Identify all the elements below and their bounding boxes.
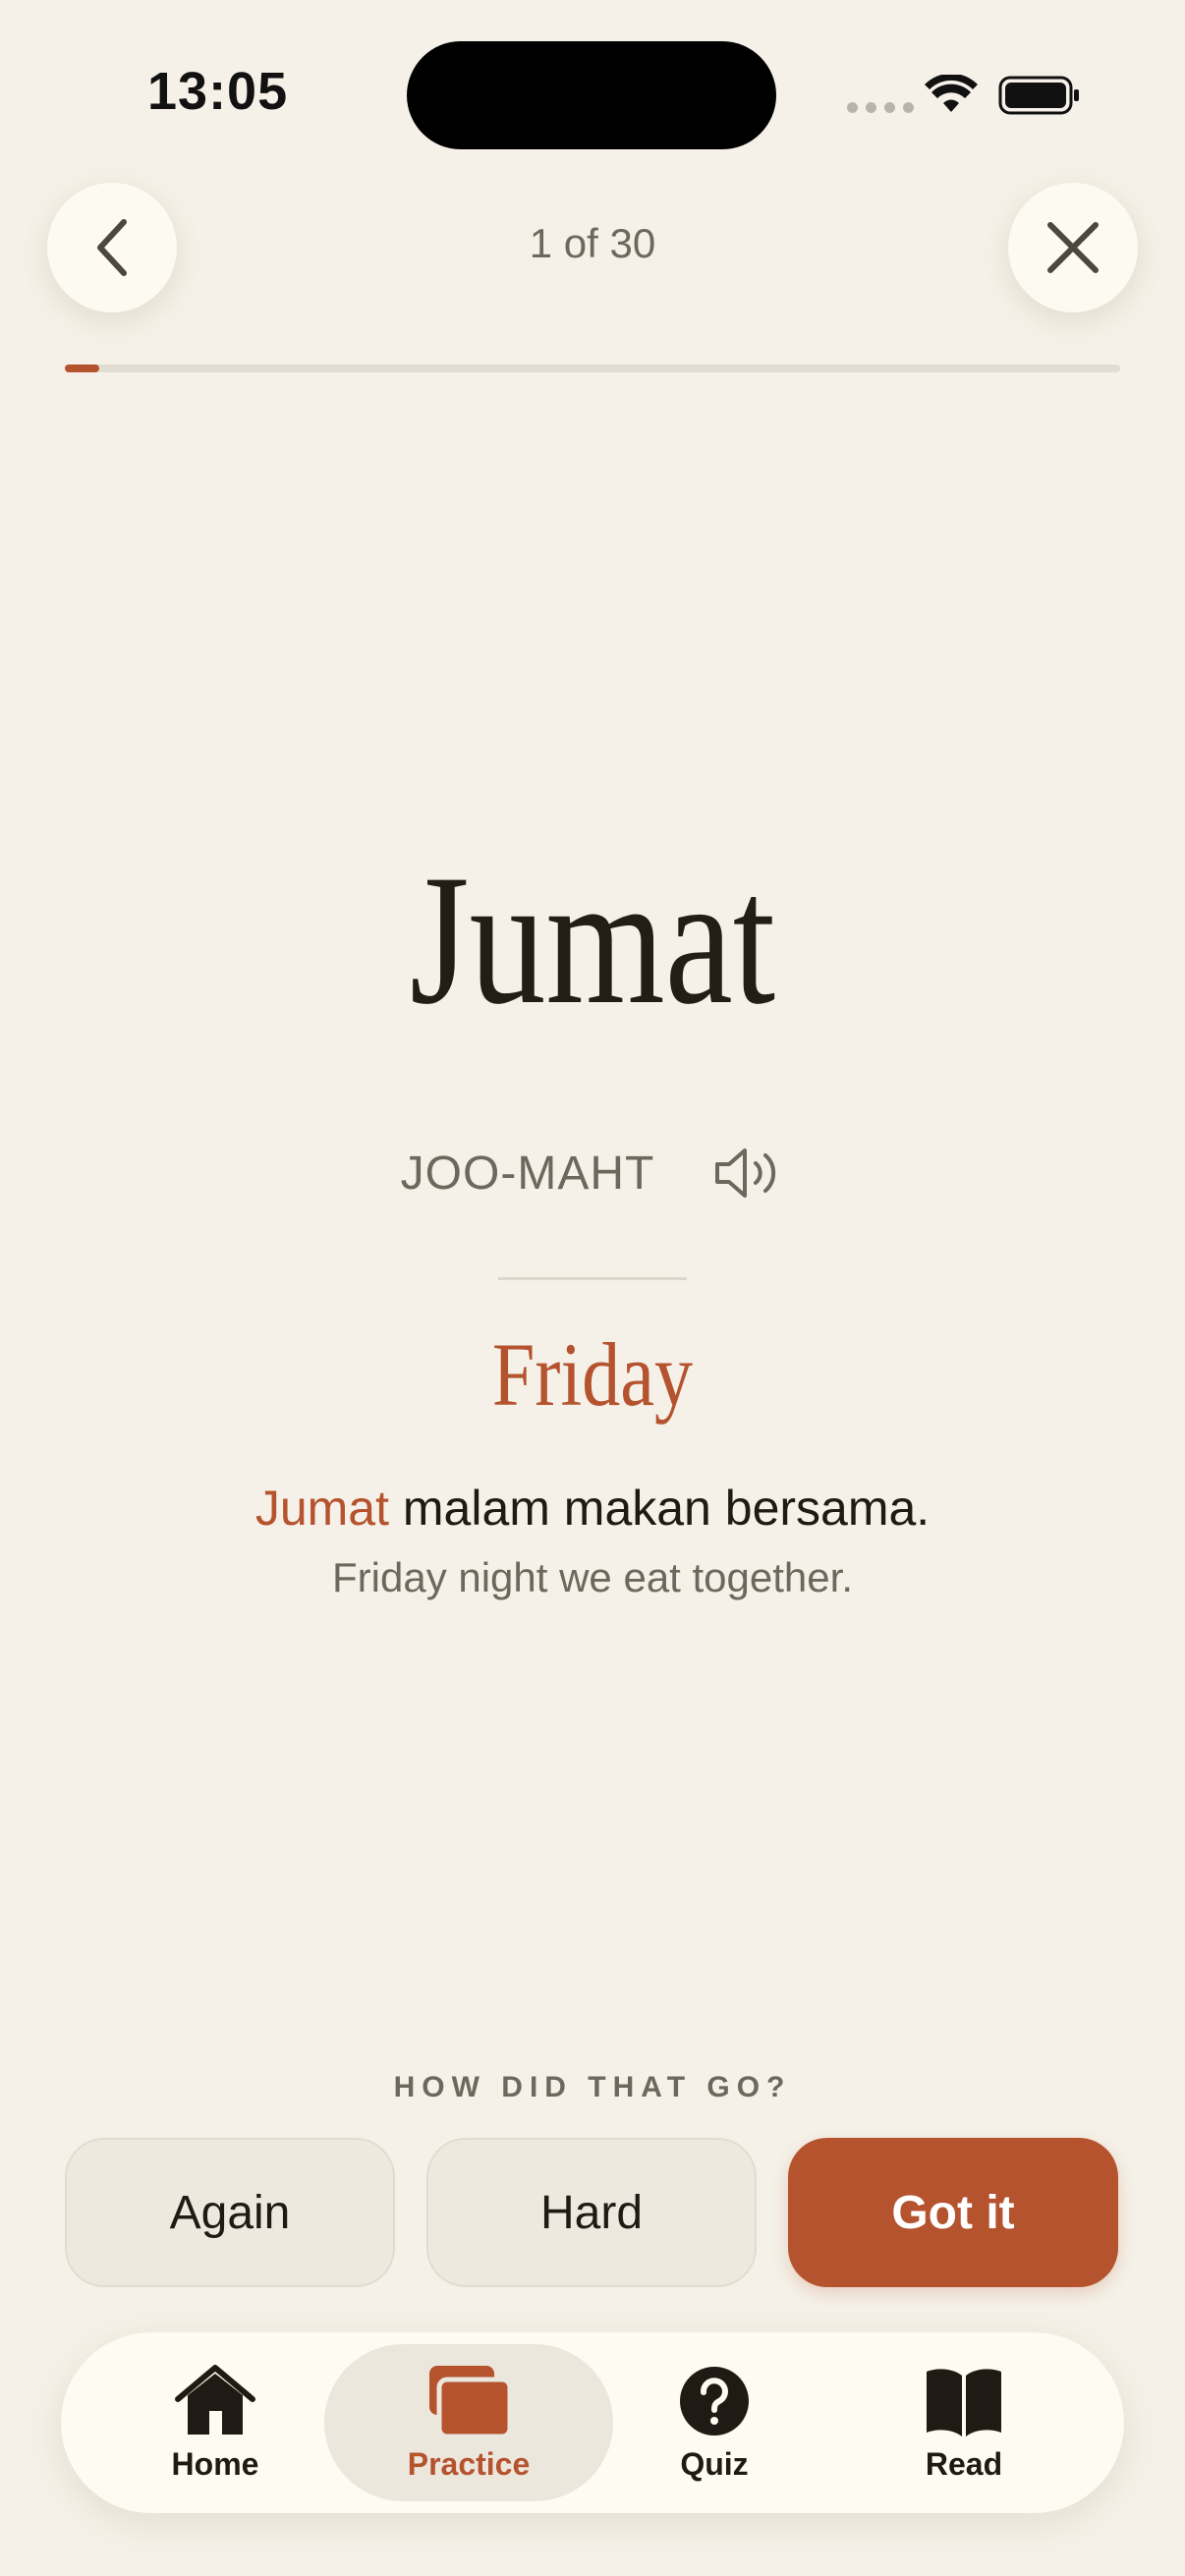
wifi-icon bbox=[925, 75, 978, 112]
tab-bar: Home Practice Quiz Read bbox=[61, 2332, 1124, 2513]
dynamic-island bbox=[407, 41, 776, 149]
tab-read[interactable]: Read bbox=[839, 2344, 1089, 2501]
again-button[interactable]: Again bbox=[65, 2138, 395, 2287]
rating-prompt: HOW DID THAT GO? bbox=[393, 2071, 792, 2103]
tab-practice[interactable]: Practice bbox=[324, 2344, 613, 2501]
tab-quiz[interactable]: Quiz bbox=[590, 2344, 839, 2501]
tab-quiz-label: Quiz bbox=[680, 2445, 749, 2482]
close-icon bbox=[1047, 222, 1099, 273]
example-sentence-rest: malam makan bersama. bbox=[388, 1481, 931, 1536]
play-audio-button[interactable] bbox=[713, 1142, 784, 1204]
close-button[interactable] bbox=[1008, 183, 1138, 312]
pronunciation: JOO-MAHT bbox=[400, 1147, 655, 1200]
divider bbox=[498, 1277, 687, 1280]
example-highlight-word: Jumat bbox=[254, 1481, 389, 1536]
tab-practice-label: Practice bbox=[407, 2445, 531, 2482]
battery-icon bbox=[998, 76, 1079, 115]
progress-fill bbox=[65, 364, 100, 372]
cards-icon bbox=[429, 2365, 510, 2438]
home-icon bbox=[175, 2364, 255, 2435]
book-icon bbox=[927, 2368, 1001, 2436]
flashcard-word: Jumat bbox=[409, 837, 776, 1043]
cellular-signal-icon bbox=[847, 102, 914, 113]
example-translation: Friday night we eat together. bbox=[332, 1554, 853, 1600]
tab-home[interactable]: Home bbox=[90, 2344, 340, 2501]
hard-button[interactable]: Hard bbox=[426, 2138, 757, 2287]
progress-bar bbox=[65, 364, 1120, 372]
translation: Friday bbox=[491, 1324, 694, 1425]
question-icon bbox=[680, 2366, 749, 2436]
pronunciation-row: JOO-MAHT bbox=[0, 1142, 1185, 1204]
speaker-icon bbox=[715, 1148, 776, 1198]
tab-read-label: Read bbox=[925, 2445, 1003, 2482]
tab-home-label: Home bbox=[171, 2445, 259, 2482]
example-sentence: Jumat malam makan bersama. bbox=[0, 1480, 1185, 1537]
got-it-button[interactable]: Got it bbox=[788, 2138, 1118, 2287]
status-time: 13:05 bbox=[147, 62, 289, 121]
